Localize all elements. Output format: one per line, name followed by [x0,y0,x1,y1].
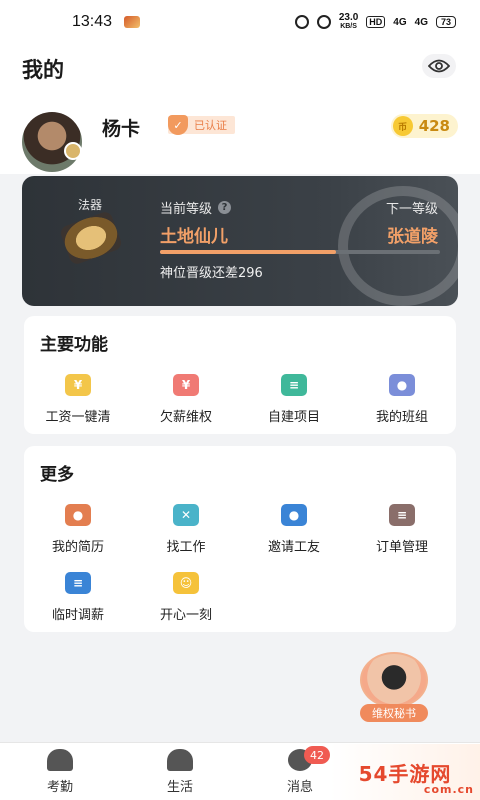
helmet-icon [167,749,193,771]
level-progress-fill [160,250,337,254]
tab-label: 生活 [166,780,193,795]
rights-secretary-button[interactable]: 维权秘书 [352,652,436,722]
more-item-label: 我的简历 [51,540,104,555]
network-speed-value: 23.0 [338,12,359,23]
status-time: 13:43 [72,13,113,30]
visibility-toggle-button[interactable] [422,54,456,78]
current-level: 土地仙儿 [160,227,228,247]
more-item-label: 开心一刻 [159,608,212,623]
message-badge: 42 [304,746,330,764]
location-icon [316,15,331,29]
current-level-label: 当前等级 ? [160,198,232,217]
more-title: 更多 [40,465,74,485]
main-function-item-label: 工资一键清 [45,410,111,425]
invite-icon: ● [281,504,307,526]
main-function-item-label: 欠薪维权 [159,410,212,425]
artifact-label: 法器 [78,198,103,212]
next-level-label: 下一等级 [385,202,438,217]
coin-balance[interactable]: 币 428 [390,114,458,138]
battery-icon: 73 [435,16,456,28]
alarm-icon [294,15,309,29]
tab-attendance[interactable]: 考勤 [20,749,100,795]
verified-shield-icon: ✓ [168,115,188,135]
tab-label: 消息 [286,780,313,795]
salary-icon: ¥ [65,374,91,396]
shield-yen-icon: ¥ [173,374,199,396]
hd-icon: HD [366,16,386,28]
watermark-logo: 54手游网 com.cn [330,744,480,800]
network-speed-unit: KB/S [340,23,357,30]
profile-header: 我的 杨卡 ✓ 已认证 币 428 [0,44,480,174]
main-function-item-label: 自建项目 [267,410,320,425]
main-function-item[interactable]: ≡ 自建项目 [240,374,348,425]
more-card: 更多 ● 我的简历 ✕ 找工作 ● 邀请工友 ≡ 订单管理 ≡ 临时调薪 ☺ 开心一刻 [24,446,456,632]
more-item-label: 临时调薪 [51,608,104,623]
team-icon: ● [389,374,415,396]
tools-icon: ✕ [173,504,199,526]
username: 杨卡 [102,118,141,140]
more-item-label: 订单管理 [375,540,428,555]
signal-icon-1: 4G [393,16,407,28]
level-progress-bar [160,250,440,254]
adjust-icon: ≡ [65,572,91,594]
more-item[interactable]: ☺ 开心一刻 [132,572,240,623]
verified-badge: ✓ 已认证 [168,115,235,135]
current-level-label-text: 当前等级 [160,202,213,217]
main-function-item[interactable]: ¥ 欠薪维权 [132,374,240,425]
more-item-label: 找工作 [166,540,206,555]
promote-text: 神位晋级还差296 [160,266,263,281]
main-functions-card: 主要功能 ¥ 工资一键清 ¥ 欠薪维权 ≡ 自建项目 ● 我的班组 [24,316,456,434]
more-item[interactable]: ● 我的简历 [24,504,132,555]
layers-icon: ≡ [281,374,307,396]
resume-icon: ● [65,504,91,526]
secretary-label: 维权秘书 [360,704,428,722]
secretary-avatar [360,652,428,708]
artifact-image [58,209,124,267]
status-bar: 13:43 23.0 KB/S HD 4G 4G 73 [0,0,480,44]
main-function-item[interactable]: ● 我的班组 [348,374,456,425]
main-function-item-label: 我的班组 [375,410,428,425]
level-card[interactable]: 法器 当前等级 ? 下一等级 土地仙儿 张道陵 神位晋级还差296 [22,176,458,306]
signal-icon-2: 4G [414,16,428,28]
tab-label: 考勤 [46,780,73,795]
avatar-badge-icon [64,142,82,160]
coin-icon: 币 [392,116,413,136]
coin-count: 428 [418,117,450,135]
attendance-icon [47,749,73,771]
tab-life[interactable]: 生活 [140,749,220,795]
more-item[interactable]: ● 邀请工友 [240,504,348,555]
watermark-sub: com.cn [423,783,474,796]
eye-icon [428,59,450,73]
verified-label: 已认证 [194,119,227,132]
page-title: 我的 [22,58,64,82]
clipboard-icon: ≡ [389,504,415,526]
more-item[interactable]: ≡ 临时调薪 [24,572,132,623]
smile-icon: ☺ [173,572,199,594]
more-item-label: 邀请工友 [267,540,320,555]
help-icon[interactable]: ? [218,201,232,214]
main-function-item[interactable]: ¥ 工资一键清 [24,374,132,425]
status-icons: 23.0 KB/S HD 4G 4G 73 [294,13,456,31]
more-item[interactable]: ✕ 找工作 [132,504,240,555]
network-speed: 23.0 KB/S [339,13,358,31]
next-level: 张道陵 [387,227,438,247]
more-item[interactable]: ≡ 订单管理 [348,504,456,555]
main-functions-title: 主要功能 [40,335,108,355]
app-notification-icon [124,16,141,28]
